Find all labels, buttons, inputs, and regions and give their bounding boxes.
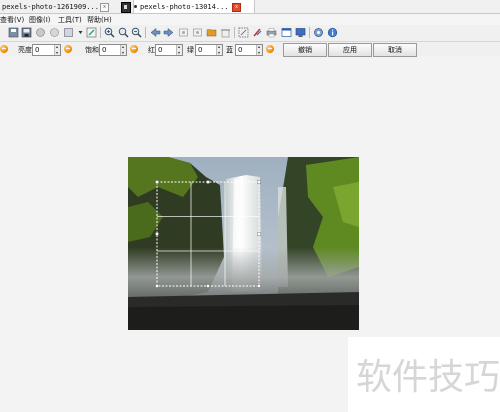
- paste-icon[interactable]: [63, 27, 74, 38]
- red-value: 0: [158, 46, 163, 54]
- toolbar-separator: [234, 27, 235, 38]
- saturation-value: 0: [102, 46, 107, 54]
- spinner-arrows-icon[interactable]: [120, 45, 126, 55]
- menu-help[interactable]: 帮助(H): [87, 15, 112, 25]
- scan-icon[interactable]: [35, 27, 46, 38]
- dropdown-icon[interactable]: [75, 27, 83, 38]
- brightness-value: 0: [35, 46, 40, 54]
- menu-bar: 查看(V) 图像(I) 工具(T) 帮助(H): [0, 14, 500, 25]
- red-spinner[interactable]: 0: [155, 44, 183, 56]
- monitor-icon[interactable]: [295, 27, 306, 38]
- info-icon[interactable]: [327, 27, 338, 38]
- delete-icon[interactable]: [220, 27, 231, 38]
- rotate-right-icon[interactable]: [192, 27, 203, 38]
- saturation-label: 饱和: [85, 46, 99, 54]
- edit-icon[interactable]: [86, 27, 97, 38]
- tab-photo-2[interactable]: pexels-photo-13014... x: [133, 0, 255, 13]
- zoom-in-icon[interactable]: [104, 27, 115, 38]
- adjust-bar: 亮度 0 饱和 0 红 0 绿 0 蓝 0 撤销 应用 取消: [0, 42, 500, 57]
- document-icon: [121, 2, 131, 13]
- zoom-fit-icon[interactable]: [118, 27, 129, 38]
- tab-title: pexels-photo-13014...: [140, 2, 229, 11]
- tab-bar: pexels-photo-1261909... x pexels-photo-1…: [0, 0, 500, 14]
- next-icon[interactable]: [163, 27, 174, 38]
- blue-label: 蓝: [226, 46, 233, 54]
- previous-icon[interactable]: [150, 27, 161, 38]
- zoom-out-icon[interactable]: [131, 27, 142, 38]
- blue-spinner[interactable]: 0: [235, 44, 263, 56]
- paint-icon[interactable]: [252, 27, 263, 38]
- crop-handle[interactable]: [206, 180, 210, 184]
- tab-close-icon[interactable]: x: [100, 3, 109, 12]
- undo-button[interactable]: 撤销: [283, 43, 327, 57]
- menu-view[interactable]: 查看(V): [0, 15, 24, 25]
- menu-image[interactable]: 图像(I): [29, 15, 51, 25]
- watermark-text: 软件技巧: [356, 357, 500, 398]
- saturation-spinner[interactable]: 0: [99, 44, 127, 56]
- brightness-spinner[interactable]: 0: [32, 44, 61, 56]
- menu-tools[interactable]: 工具(T): [58, 15, 82, 25]
- crop-handle[interactable]: [257, 232, 261, 236]
- saturation-reset-icon[interactable]: [130, 45, 138, 53]
- color-reset-icon[interactable]: [266, 45, 274, 53]
- green-spinner[interactable]: 0: [195, 44, 223, 56]
- tab-photo-1[interactable]: pexels-photo-1261909... x: [2, 0, 110, 13]
- spinner-arrows-icon[interactable]: [54, 45, 60, 55]
- brightness-label: 亮度: [18, 46, 32, 54]
- brightness-reset-icon[interactable]: [64, 45, 72, 53]
- green-label: 绿: [187, 46, 194, 54]
- blue-value: 0: [238, 46, 243, 54]
- tab-close-icon[interactable]: x: [232, 3, 241, 12]
- toolbar-separator: [309, 27, 310, 38]
- settings-icon[interactable]: [313, 27, 324, 38]
- modified-dot-icon: [134, 5, 137, 8]
- resize-icon[interactable]: [238, 27, 249, 38]
- open-icon[interactable]: [8, 27, 19, 38]
- tab-title: pexels-photo-1261909...: [2, 2, 99, 11]
- crop-handle[interactable]: [257, 180, 261, 184]
- print-icon[interactable]: [266, 27, 277, 38]
- rotate-left-icon[interactable]: [178, 27, 189, 38]
- crop-handle[interactable]: [155, 284, 159, 288]
- cancel-button[interactable]: 取消: [373, 43, 417, 57]
- toolbar: [0, 25, 500, 42]
- crop-handle[interactable]: [257, 284, 261, 288]
- green-value: 0: [198, 46, 203, 54]
- crop-handle[interactable]: [155, 232, 159, 236]
- spinner-arrows-icon[interactable]: [176, 45, 182, 55]
- spinner-arrows-icon[interactable]: [216, 45, 222, 55]
- reset-icon[interactable]: [0, 45, 8, 53]
- save-icon[interactable]: [21, 27, 32, 38]
- waterfall-photo: [128, 157, 359, 330]
- crop-handle[interactable]: [206, 284, 210, 288]
- spinner-arrows-icon[interactable]: [256, 45, 262, 55]
- toolbar-separator: [100, 27, 101, 38]
- apply-button[interactable]: 应用: [328, 43, 372, 57]
- folder-icon[interactable]: [206, 27, 217, 38]
- toolbar-separator: [145, 27, 146, 38]
- red-label: 红: [148, 46, 155, 54]
- window-icon[interactable]: [281, 27, 292, 38]
- crop-handle[interactable]: [155, 180, 159, 184]
- copy-icon[interactable]: [49, 27, 60, 38]
- watermark: 软件技巧: [348, 337, 500, 412]
